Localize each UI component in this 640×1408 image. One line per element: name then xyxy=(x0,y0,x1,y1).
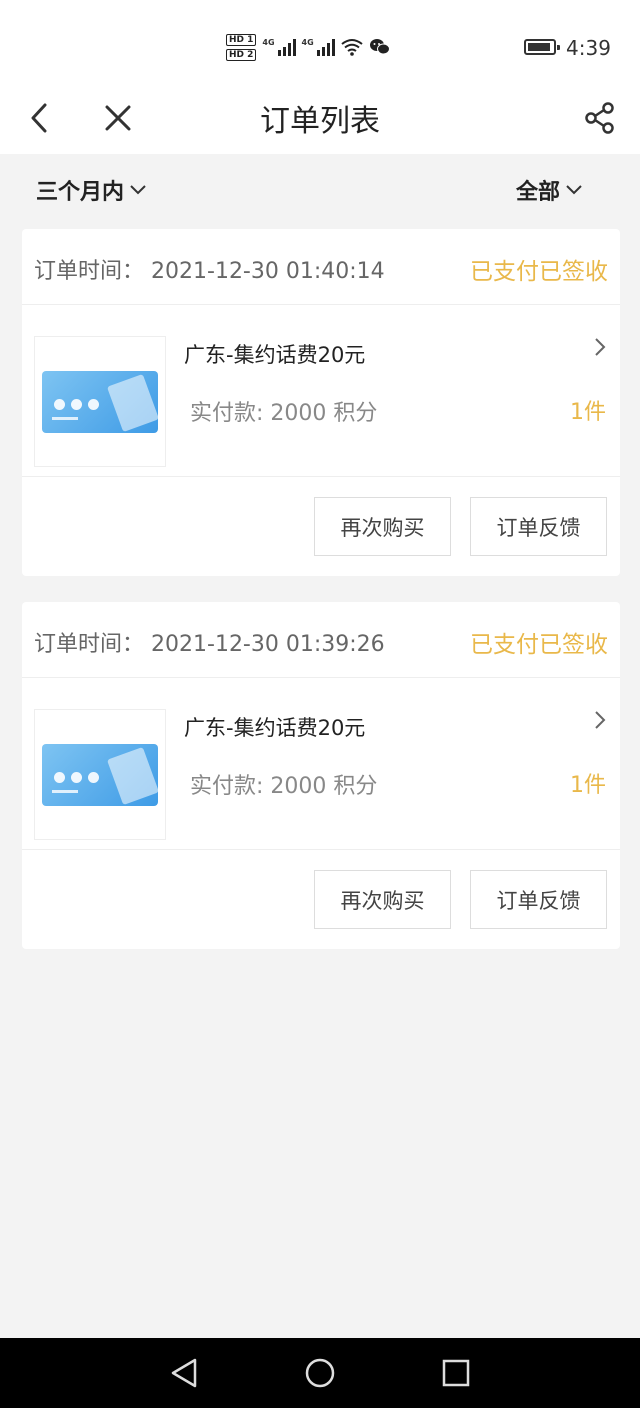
paid-amount: 实付款: 2000 积分 xyxy=(190,774,378,799)
order-header: 订单时间： 2021-12-30 01:39:26 已支付已签收 xyxy=(22,602,620,678)
time-range-label: 三个月内 xyxy=(36,180,125,205)
order-product[interactable]: 广东-集约话费20元 实付款: 2000 积分 1件 xyxy=(22,305,620,477)
chevron-right-icon[interactable] xyxy=(594,337,606,357)
share-button[interactable] xyxy=(578,96,622,140)
order-time: 订单时间： 2021-12-30 01:40:14 xyxy=(34,253,385,285)
status-bar: HD 1 HD 2 4G 4G 4:39 xyxy=(0,0,640,90)
nav-home-icon xyxy=(305,1358,335,1388)
order-time-label: 订单时间： xyxy=(34,632,145,657)
status-filter-label: 全部 xyxy=(516,180,561,205)
system-nav-bar xyxy=(0,1338,640,1408)
signal-icon-2: 4G xyxy=(302,38,335,56)
order-header: 订单时间： 2021-12-30 01:40:14 已支付已签收 xyxy=(22,229,620,305)
wifi-icon xyxy=(341,39,363,56)
nav-recent-button[interactable] xyxy=(436,1353,476,1393)
order-feedback-button[interactable]: 订单反馈 xyxy=(470,870,607,929)
order-product[interactable]: 广东-集约话费20元 实付款: 2000 积分 1件 xyxy=(22,678,620,850)
product-name: 广东-集约话费20元 xyxy=(184,343,366,367)
paid-amount: 实付款: 2000 积分 xyxy=(190,401,378,426)
nav-back-icon xyxy=(171,1358,197,1388)
rebuy-button[interactable]: 再次购买 xyxy=(314,497,451,556)
quantity: 1件 xyxy=(570,773,606,798)
nav-home-button[interactable] xyxy=(300,1353,340,1393)
page-title: 订单列表 xyxy=(260,104,380,139)
order-actions: 再次购买 订单反馈 xyxy=(22,477,620,576)
order-time-value: 2021-12-30 01:39:26 xyxy=(151,632,385,657)
order-status: 已支付已签收 xyxy=(470,632,608,658)
nav-back-button[interactable] xyxy=(164,1353,204,1393)
wechat-icon xyxy=(369,39,390,55)
title-bar: 订单列表 xyxy=(0,90,640,154)
order-time-value: 2021-12-30 01:40:14 xyxy=(151,259,385,284)
status-icons: HD 1 HD 2 4G 4G xyxy=(226,30,391,64)
battery-icon xyxy=(524,39,560,55)
order-actions: 再次购买 订单反馈 xyxy=(22,850,620,949)
hd-sim-icon: HD 1 HD 2 xyxy=(226,33,257,61)
chevron-right-icon[interactable] xyxy=(594,710,606,730)
clock: 4:39 xyxy=(566,36,611,60)
order-card[interactable]: 订单时间： 2021-12-30 01:40:14 已支付已签收 广东-集约话费… xyxy=(22,229,620,576)
filter-bar: 三个月内 全部 xyxy=(0,154,640,228)
order-status: 已支付已签收 xyxy=(470,259,608,285)
product-thumbnail xyxy=(34,709,166,840)
chevron-down-icon xyxy=(566,185,582,195)
order-feedback-button[interactable]: 订单反馈 xyxy=(470,497,607,556)
quantity: 1件 xyxy=(570,400,606,425)
status-filter[interactable]: 全部 xyxy=(516,174,582,206)
signal-icon: 4G xyxy=(262,38,296,56)
product-thumbnail xyxy=(34,336,166,467)
rebuy-button[interactable]: 再次购买 xyxy=(314,870,451,929)
share-icon xyxy=(585,102,614,134)
chevron-down-icon xyxy=(130,185,146,195)
order-time: 订单时间： 2021-12-30 01:39:26 xyxy=(34,626,385,658)
order-time-label: 订单时间： xyxy=(34,259,145,284)
time-range-filter[interactable]: 三个月内 xyxy=(36,174,146,206)
product-name: 广东-集约话费20元 xyxy=(184,716,366,740)
order-card[interactable]: 订单时间： 2021-12-30 01:39:26 已支付已签收 广东-集约话费… xyxy=(22,602,620,949)
nav-recent-icon xyxy=(442,1359,470,1387)
